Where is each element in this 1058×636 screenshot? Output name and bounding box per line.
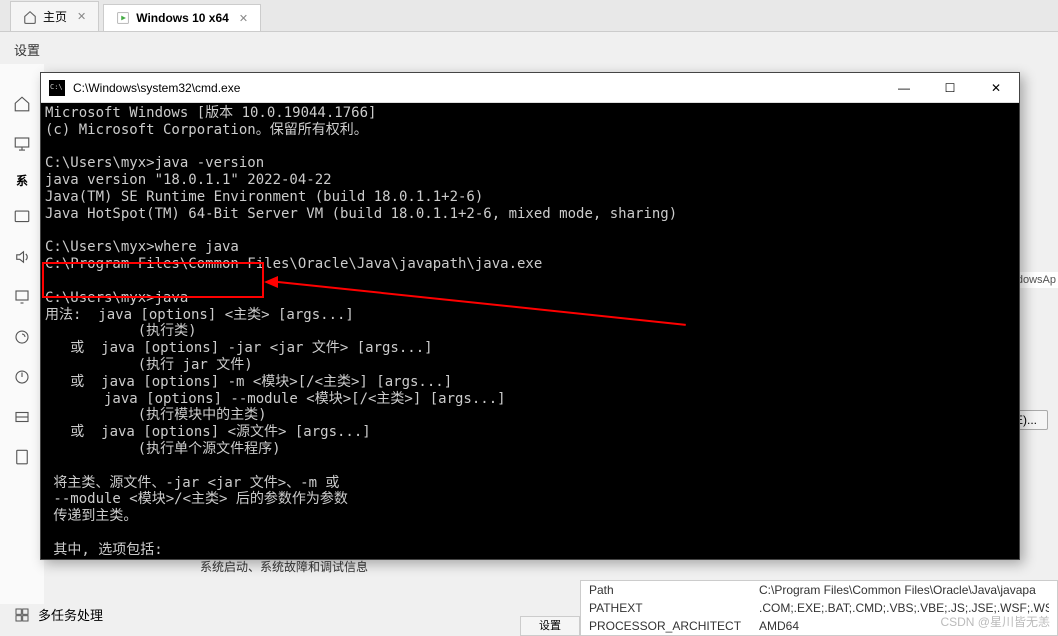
tab-bar: 主页 ✕ Windows 10 x64 ✕: [0, 0, 1058, 32]
cmd-output[interactable]: Microsoft Windows [版本 10.0.19044.1766] (…: [41, 103, 1019, 559]
close-icon[interactable]: ✕: [239, 12, 248, 25]
home-icon[interactable]: [0, 84, 44, 124]
mid-settings-button[interactable]: 设置: [520, 616, 580, 636]
sidebar-section-label: 系: [0, 164, 44, 197]
maximize-button[interactable]: ☐: [927, 73, 973, 103]
tab-vm[interactable]: Windows 10 x64 ✕: [103, 4, 261, 31]
multitask-item[interactable]: 多任务处理: [14, 605, 103, 624]
close-button[interactable]: ✕: [973, 73, 1019, 103]
power-icon[interactable]: [0, 357, 44, 397]
annotation-arrow-head: [264, 276, 278, 288]
cmd-titlebar[interactable]: C:\Windows\system32\cmd.exe ― ☐ ✕: [41, 73, 1019, 103]
tab-home[interactable]: 主页 ✕: [10, 1, 99, 31]
close-icon[interactable]: ✕: [77, 10, 86, 23]
cmd-title: C:\Windows\system32\cmd.exe: [73, 81, 881, 95]
notification-icon[interactable]: [0, 277, 44, 317]
multitask-label: 多任务处理: [38, 605, 103, 624]
settings-heading: 设置: [0, 32, 1058, 67]
mid-panel-text: 系统启动、系统故障和调试信息: [200, 558, 368, 575]
cmd-window: C:\Windows\system32\cmd.exe ― ☐ ✕ Micros…: [40, 72, 1020, 560]
tablet-icon[interactable]: [0, 437, 44, 477]
watermark: CSDN @星川皆无恙: [940, 613, 1050, 630]
left-sidebar: 系: [0, 64, 44, 604]
sound-icon[interactable]: [0, 237, 44, 277]
tab-vm-label: Windows 10 x64: [136, 11, 229, 25]
partial-path-text: dowsAp: [1015, 272, 1058, 288]
cmd-icon: [49, 80, 65, 96]
home-icon: [23, 10, 37, 24]
play-icon: [116, 11, 130, 25]
focus-icon[interactable]: [0, 317, 44, 357]
table-row[interactable]: Path C:\Program Files\Common Files\Oracl…: [581, 581, 1057, 599]
multitask-icon: [14, 607, 30, 623]
minimize-button[interactable]: ―: [881, 73, 927, 103]
display-icon[interactable]: [0, 124, 44, 164]
tab-home-label: 主页: [43, 8, 67, 25]
storage-icon[interactable]: [0, 397, 44, 437]
monitor-icon[interactable]: [0, 197, 44, 237]
